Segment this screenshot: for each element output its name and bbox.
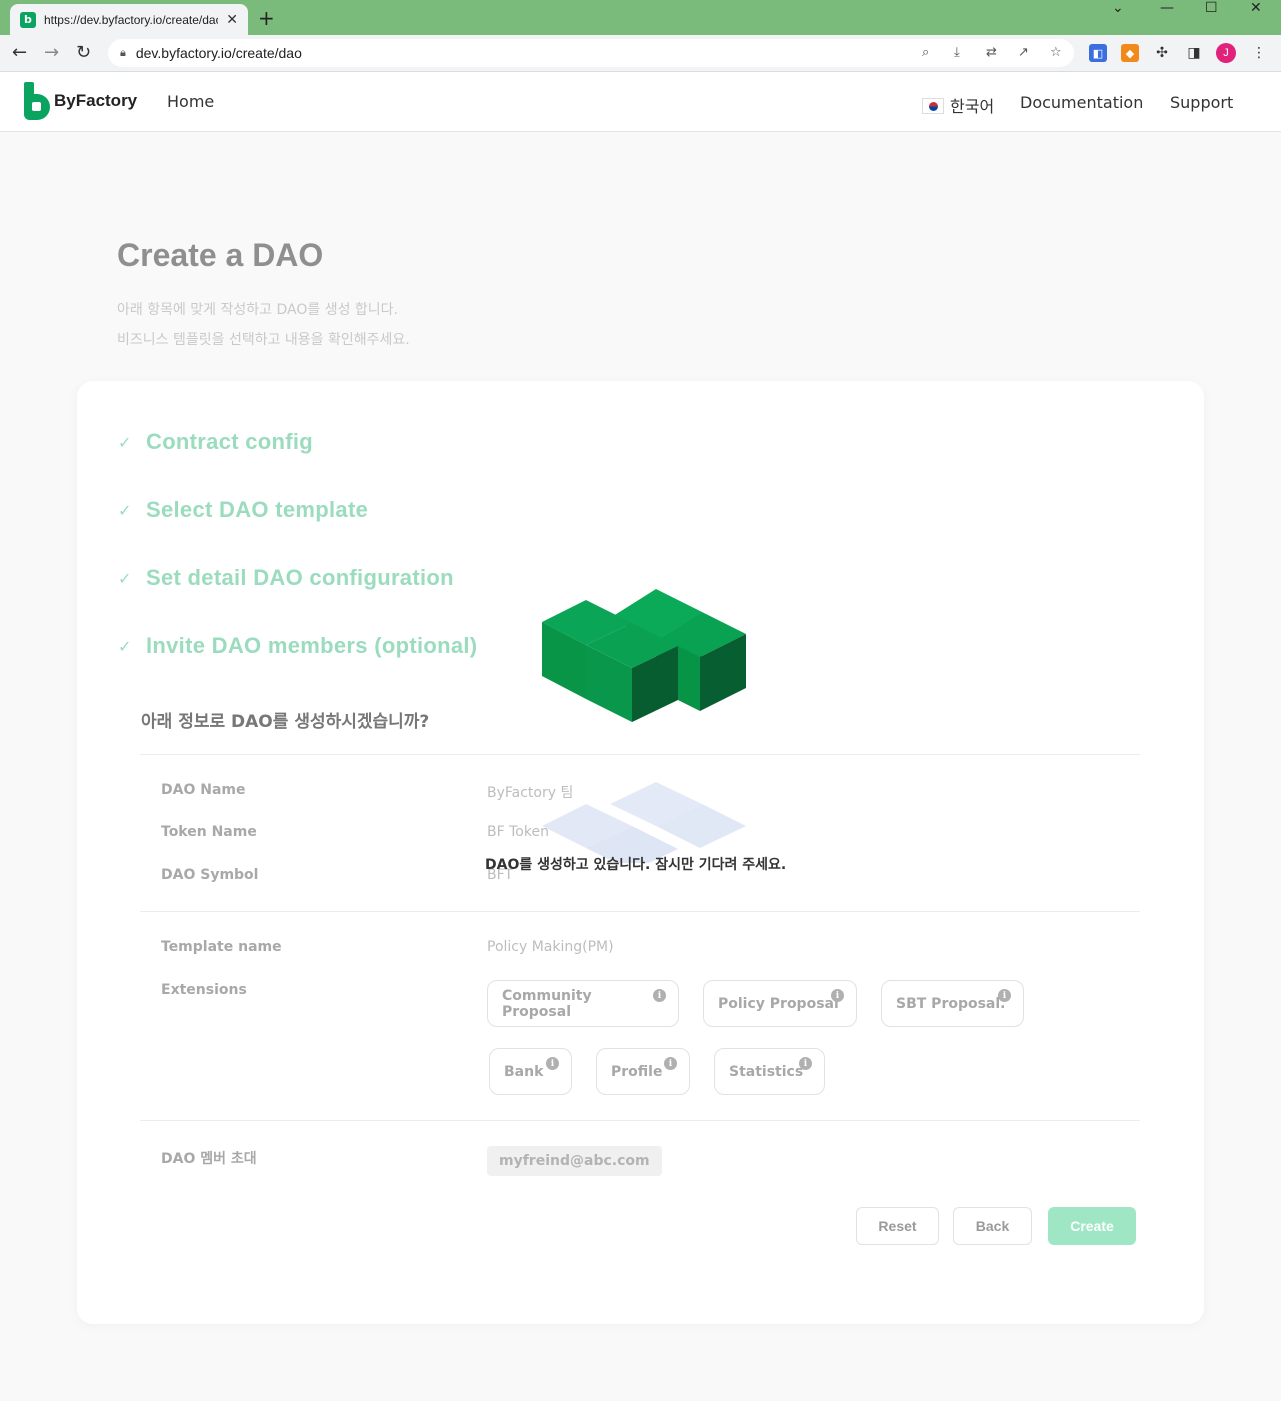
reset-button[interactable]: Reset bbox=[856, 1207, 939, 1245]
extension-chip-sbt-proposal[interactable]: SBT Proposal. i bbox=[881, 980, 1024, 1027]
share-icon[interactable]: ↗ bbox=[1018, 45, 1029, 60]
back-arrow-icon[interactable]: ← bbox=[12, 42, 27, 63]
dao-name-label: DAO Name bbox=[161, 782, 246, 798]
byfactory-favicon-icon: b bbox=[20, 11, 36, 28]
page-subtitle-line2: 비즈니스 템플릿을 선택하고 내용을 확인해주세요. bbox=[117, 332, 410, 348]
dao-symbol-label: DAO Symbol bbox=[161, 867, 259, 883]
translate-icon[interactable]: ⇄ bbox=[986, 45, 997, 60]
reload-icon[interactable]: ↻ bbox=[76, 42, 91, 63]
bookmark-star-icon[interactable]: ☆ bbox=[1050, 45, 1062, 60]
step-label: Contract config bbox=[146, 429, 314, 454]
byfactory-logo-icon bbox=[24, 82, 50, 120]
window-close-icon[interactable]: ✕ bbox=[1250, 0, 1262, 16]
info-icon[interactable]: i bbox=[799, 1057, 812, 1070]
extension-chip-label: SBT Proposal. bbox=[896, 995, 1006, 1012]
page-title: Create a DAO bbox=[117, 237, 324, 273]
extension-chip-profile[interactable]: Profile i bbox=[596, 1048, 690, 1095]
info-icon[interactable]: i bbox=[831, 989, 844, 1002]
profile-avatar[interactable]: J bbox=[1216, 43, 1236, 63]
divider bbox=[140, 1120, 1140, 1121]
token-name-label: Token Name bbox=[161, 824, 257, 840]
extension-chip-label: Bank bbox=[504, 1063, 544, 1080]
new-tab-icon[interactable]: + bbox=[258, 6, 275, 30]
step-label: Select DAO template bbox=[146, 497, 369, 522]
confirm-question: 아래 정보로 DAO를 생성하시겠습니까? bbox=[141, 712, 430, 732]
browser-titlebar: b https://dev.byfactory.io/create/dao ✕ … bbox=[0, 0, 1281, 35]
maximize-icon[interactable]: ☐ bbox=[1205, 0, 1218, 16]
step-select-template[interactable]: ✓ Select DAO template bbox=[118, 497, 368, 523]
address-bar[interactable]: 🔒︎ dev.byfactory.io/create/dao ⌕ ⤓ ⇄ ↗ ☆ bbox=[108, 39, 1074, 67]
minimize-icon[interactable]: — bbox=[1160, 0, 1174, 16]
loading-message: DAO를 생성하고 있습니다. 잠시만 기다려 주세요. bbox=[485, 857, 787, 873]
extension-chip-community-proposal[interactable]: Community Proposal i bbox=[487, 980, 679, 1027]
back-button[interactable]: Back bbox=[953, 1207, 1032, 1245]
tab-search-chevron-icon[interactable]: ⌄ bbox=[1112, 0, 1124, 16]
page-subtitle-line1: 아래 항목에 맞게 작성하고 DAO를 생성 합니다. bbox=[117, 302, 398, 318]
url-text: dev.byfactory.io/create/dao bbox=[135, 45, 302, 61]
step-detail-config[interactable]: ✓ Set detail DAO configuration bbox=[118, 565, 454, 591]
check-icon: ✓ bbox=[118, 636, 132, 656]
browser-toolbar: ← → ↻ 🔒︎ dev.byfactory.io/create/dao ⌕ ⤓… bbox=[0, 35, 1281, 72]
create-button[interactable]: Create bbox=[1048, 1207, 1136, 1245]
divider bbox=[140, 911, 1140, 912]
step-invite-members[interactable]: ✓ Invite DAO members (optional) bbox=[118, 633, 477, 659]
metamask-fox-icon[interactable]: ◆ bbox=[1121, 44, 1139, 62]
extensions-label: Extensions bbox=[161, 982, 247, 998]
info-icon[interactable]: i bbox=[998, 989, 1011, 1002]
step-label: Set detail DAO configuration bbox=[146, 565, 454, 590]
tab-title: https://dev.byfactory.io/create/dao bbox=[43, 12, 219, 27]
side-panel-icon[interactable]: ◨ bbox=[1185, 44, 1203, 62]
check-icon: ✓ bbox=[118, 500, 132, 520]
step-contract-config[interactable]: ✓ Contract config bbox=[118, 429, 313, 455]
nav-documentation-link[interactable]: Documentation bbox=[1020, 93, 1143, 112]
info-icon[interactable]: i bbox=[546, 1057, 559, 1070]
browser-menu-icon[interactable]: ⋮ bbox=[1250, 44, 1268, 62]
check-icon: ✓ bbox=[118, 432, 132, 452]
nav-home-link[interactable]: Home bbox=[167, 92, 214, 111]
logo-text: ByFactory bbox=[54, 91, 138, 110]
byfactory-logo[interactable]: ByFactory bbox=[24, 82, 137, 120]
korea-flag-icon bbox=[922, 98, 944, 114]
site-header: ByFactory Home 한국어 Documentation Support bbox=[0, 72, 1281, 132]
extension-chip-policy-proposal[interactable]: Policy Proposal i bbox=[703, 980, 857, 1027]
step-label: Invite DAO members (optional) bbox=[146, 633, 478, 658]
browser-tab[interactable]: b https://dev.byfactory.io/create/dao ✕ bbox=[10, 4, 248, 35]
close-tab-icon[interactable]: ✕ bbox=[226, 12, 238, 28]
extension-chip-label: Policy Proposal bbox=[718, 995, 839, 1012]
forward-arrow-icon[interactable]: → bbox=[44, 42, 59, 63]
extension-chip-statistics[interactable]: Statistics i bbox=[714, 1048, 825, 1095]
extension-chip-label: Profile bbox=[611, 1063, 663, 1080]
language-label: 한국어 bbox=[950, 97, 995, 116]
info-icon[interactable]: i bbox=[664, 1057, 677, 1070]
template-name-value: Policy Making(PM) bbox=[487, 939, 614, 955]
extension-chip-label: Community Proposal bbox=[502, 987, 592, 1020]
members-label: DAO 멤버 초대 bbox=[161, 1151, 257, 1167]
language-selector[interactable]: 한국어 bbox=[922, 93, 994, 117]
nav-support-link[interactable]: Support bbox=[1170, 93, 1233, 112]
check-icon: ✓ bbox=[118, 568, 132, 588]
zoom-search-icon[interactable]: ⌕ bbox=[922, 45, 929, 60]
template-name-label: Template name bbox=[161, 939, 282, 955]
extension-chip-label: Statistics bbox=[729, 1063, 804, 1080]
lock-icon[interactable]: 🔒︎ bbox=[120, 46, 126, 60]
extension-chip-bank[interactable]: Bank i bbox=[489, 1048, 572, 1095]
info-icon[interactable]: i bbox=[653, 989, 666, 1002]
extension-blue-icon[interactable]: ◧ bbox=[1089, 44, 1107, 62]
extensions-puzzle-icon[interactable]: ✣ bbox=[1153, 44, 1171, 62]
install-app-icon[interactable]: ⤓ bbox=[954, 45, 960, 60]
loading-cubes-icon bbox=[542, 589, 746, 863]
member-email-tag: myfreind@abc.com bbox=[487, 1146, 662, 1176]
